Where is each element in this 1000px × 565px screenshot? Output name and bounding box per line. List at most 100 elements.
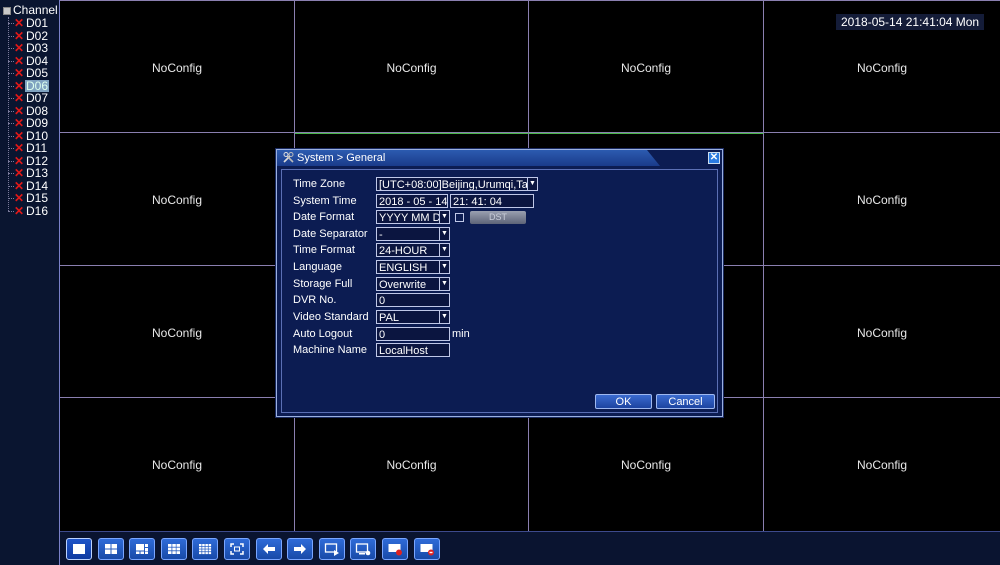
system-time-row: System Time 2018 - 05 - 14 21: 41: 04 xyxy=(293,193,534,209)
dvr-no-input[interactable]: 0 xyxy=(376,293,450,307)
close-button[interactable]: ✕ xyxy=(708,152,720,164)
system-date-input[interactable]: 2018 - 05 - 14 xyxy=(376,194,448,208)
red-x-icon: ✕ xyxy=(14,166,25,180)
machine-name-input[interactable]: LocalHost xyxy=(376,343,450,357)
time-zone-row: Time Zone [UTC+08:00]Beijing,Urumqi,Ta ▼ xyxy=(293,176,538,192)
channel-list: ✕ D01 ✕ D02 ✕ D03 ✕ D04 ✕ D05 ✕ D06 ✕ D07 ✕ D08 ✕ D09 ✕ D10… xyxy=(0,17,60,217)
system-time-input[interactable]: 21: 41: 04 xyxy=(450,194,534,208)
bottom-toolbar xyxy=(60,531,1000,565)
chevron-down-icon: ▼ xyxy=(439,311,449,323)
channel-item[interactable]: ✕ D09 xyxy=(0,117,60,130)
channel-item[interactable]: ✕ D13 xyxy=(0,167,60,180)
video-standard-value: PAL xyxy=(379,312,399,324)
no-config-label: NoConfig xyxy=(856,193,908,207)
six-view-icon xyxy=(136,543,149,554)
channel-item[interactable]: ✕ D01 xyxy=(0,17,60,30)
no-config-label: NoConfig xyxy=(386,458,437,472)
red-x-icon: ✕ xyxy=(14,141,25,155)
channel-item[interactable]: ✕ D03 xyxy=(0,42,60,55)
time-format-label: Time Format xyxy=(293,244,355,256)
date-separator-value: - xyxy=(379,229,383,241)
video-standard-select[interactable]: PAL ▼ xyxy=(376,310,450,324)
video-cell[interactable]: NoConfig xyxy=(60,266,295,398)
system-time-label: System Time xyxy=(293,195,357,207)
six-view-button[interactable] xyxy=(129,537,156,560)
single-view-icon xyxy=(73,543,85,554)
dialog-title: System > General xyxy=(297,152,386,164)
playback-button[interactable] xyxy=(318,537,345,560)
no-config-label: NoConfig xyxy=(620,61,672,75)
date-separator-select[interactable]: - ▼ xyxy=(376,227,450,241)
time-zone-select[interactable]: [UTC+08:00]Beijing,Urumqi,Ta ▼ xyxy=(376,177,538,191)
red-x-icon: ✕ xyxy=(14,191,25,205)
time-format-select[interactable]: 24-HOUR ▼ xyxy=(376,243,450,257)
single-view-button[interactable] xyxy=(66,537,92,560)
channel-item[interactable]: ✕ D05 xyxy=(0,67,60,80)
channel-item[interactable]: ✕ D15 xyxy=(0,192,60,205)
channel-item[interactable]: ✕ D07 xyxy=(0,92,60,105)
start-record-button[interactable] xyxy=(381,537,408,560)
red-x-icon: ✕ xyxy=(14,116,25,130)
video-cell[interactable]: NoConfig xyxy=(60,398,295,531)
no-config-label: NoConfig xyxy=(620,458,672,472)
cancel-button[interactable]: Cancel xyxy=(656,394,715,409)
storage-full-select[interactable]: Overwrite ▼ xyxy=(376,277,450,291)
video-cell[interactable]: NoConfig xyxy=(529,398,764,531)
tools-icon xyxy=(283,152,294,163)
channel-sidebar: Channel ✕ D01 ✕ D02 ✕ D03 ✕ D04 ✕ D05 ✕ D06 ✕ D07 ✕ D08… xyxy=(0,0,60,565)
red-x-icon: ✕ xyxy=(14,91,25,105)
video-cell[interactable]: NoConfig xyxy=(764,266,1000,398)
date-separator-label: Date Separator xyxy=(293,228,368,240)
sixteen-view-button[interactable] xyxy=(192,537,219,560)
record-button[interactable] xyxy=(350,537,377,560)
dvr-no-label: DVR No. xyxy=(293,294,337,306)
no-config-label: NoConfig xyxy=(151,458,203,472)
channel-label: D15 xyxy=(26,191,49,205)
chevron-down-icon: ▼ xyxy=(439,261,449,273)
time-format-row: Time Format 24-HOUR ▼ xyxy=(293,242,450,258)
channel-label: D07 xyxy=(26,91,49,105)
channel-label: D09 xyxy=(26,116,49,130)
chevron-down-icon: ▼ xyxy=(439,244,449,256)
playback-icon xyxy=(324,542,339,556)
next-button[interactable] xyxy=(287,537,314,560)
no-config-label: NoConfig xyxy=(151,326,203,340)
video-cell[interactable]: NoConfig xyxy=(764,133,1000,266)
language-row: Language ENGLISH ▼ xyxy=(293,259,450,275)
red-x-icon: ✕ xyxy=(14,66,25,80)
language-select[interactable]: ENGLISH ▼ xyxy=(376,260,450,274)
dst-button[interactable]: DST xyxy=(470,210,526,224)
chevron-down-icon: ▼ xyxy=(439,211,449,223)
video-cell[interactable]: NoConfig xyxy=(295,398,529,531)
channel-item[interactable]: ✕ D16 xyxy=(0,204,60,218)
previous-button[interactable] xyxy=(255,537,282,560)
no-config-label: NoConfig xyxy=(151,193,203,207)
channel-item[interactable]: ✕ D11 xyxy=(0,142,60,155)
stop-record-button[interactable] xyxy=(413,537,440,560)
video-cell[interactable]: NoConfig xyxy=(529,0,764,133)
language-value: ENGLISH xyxy=(379,262,428,274)
video-cell[interactable]: NoConfig xyxy=(295,0,529,133)
ok-button[interactable]: OK xyxy=(595,394,652,409)
video-cell[interactable]: NoConfig xyxy=(60,0,295,133)
date-format-select[interactable]: YYYY MM DD ▼ xyxy=(376,210,450,224)
fullscreen-button[interactable] xyxy=(223,537,250,560)
chevron-down-icon: ▼ xyxy=(439,278,449,290)
stop-record-icon xyxy=(420,543,434,555)
dialog-body: Time Zone [UTC+08:00]Beijing,Urumqi,Ta ▼… xyxy=(281,169,718,413)
quad-view-button[interactable] xyxy=(97,537,124,560)
no-config-label: NoConfig xyxy=(151,61,203,75)
dst-checkbox[interactable] xyxy=(455,212,464,222)
close-icon: ✕ xyxy=(709,152,719,163)
time-zone-label: Time Zone xyxy=(293,178,346,190)
nine-view-button[interactable] xyxy=(160,537,187,560)
chevron-down-icon: ▼ xyxy=(527,178,537,190)
machine-name-label: Machine Name xyxy=(293,344,367,356)
video-standard-row: Video Standard PAL ▼ xyxy=(293,309,450,325)
video-cell[interactable]: NoConfig xyxy=(764,398,1000,531)
red-x-icon: ✕ xyxy=(14,16,25,30)
dialog-titlebar[interactable]: System > General ✕ xyxy=(277,150,722,166)
video-cell[interactable]: NoConfig xyxy=(60,133,295,266)
tree-collapse-icon[interactable] xyxy=(3,6,11,15)
auto-logout-input[interactable]: 0 xyxy=(376,327,450,341)
